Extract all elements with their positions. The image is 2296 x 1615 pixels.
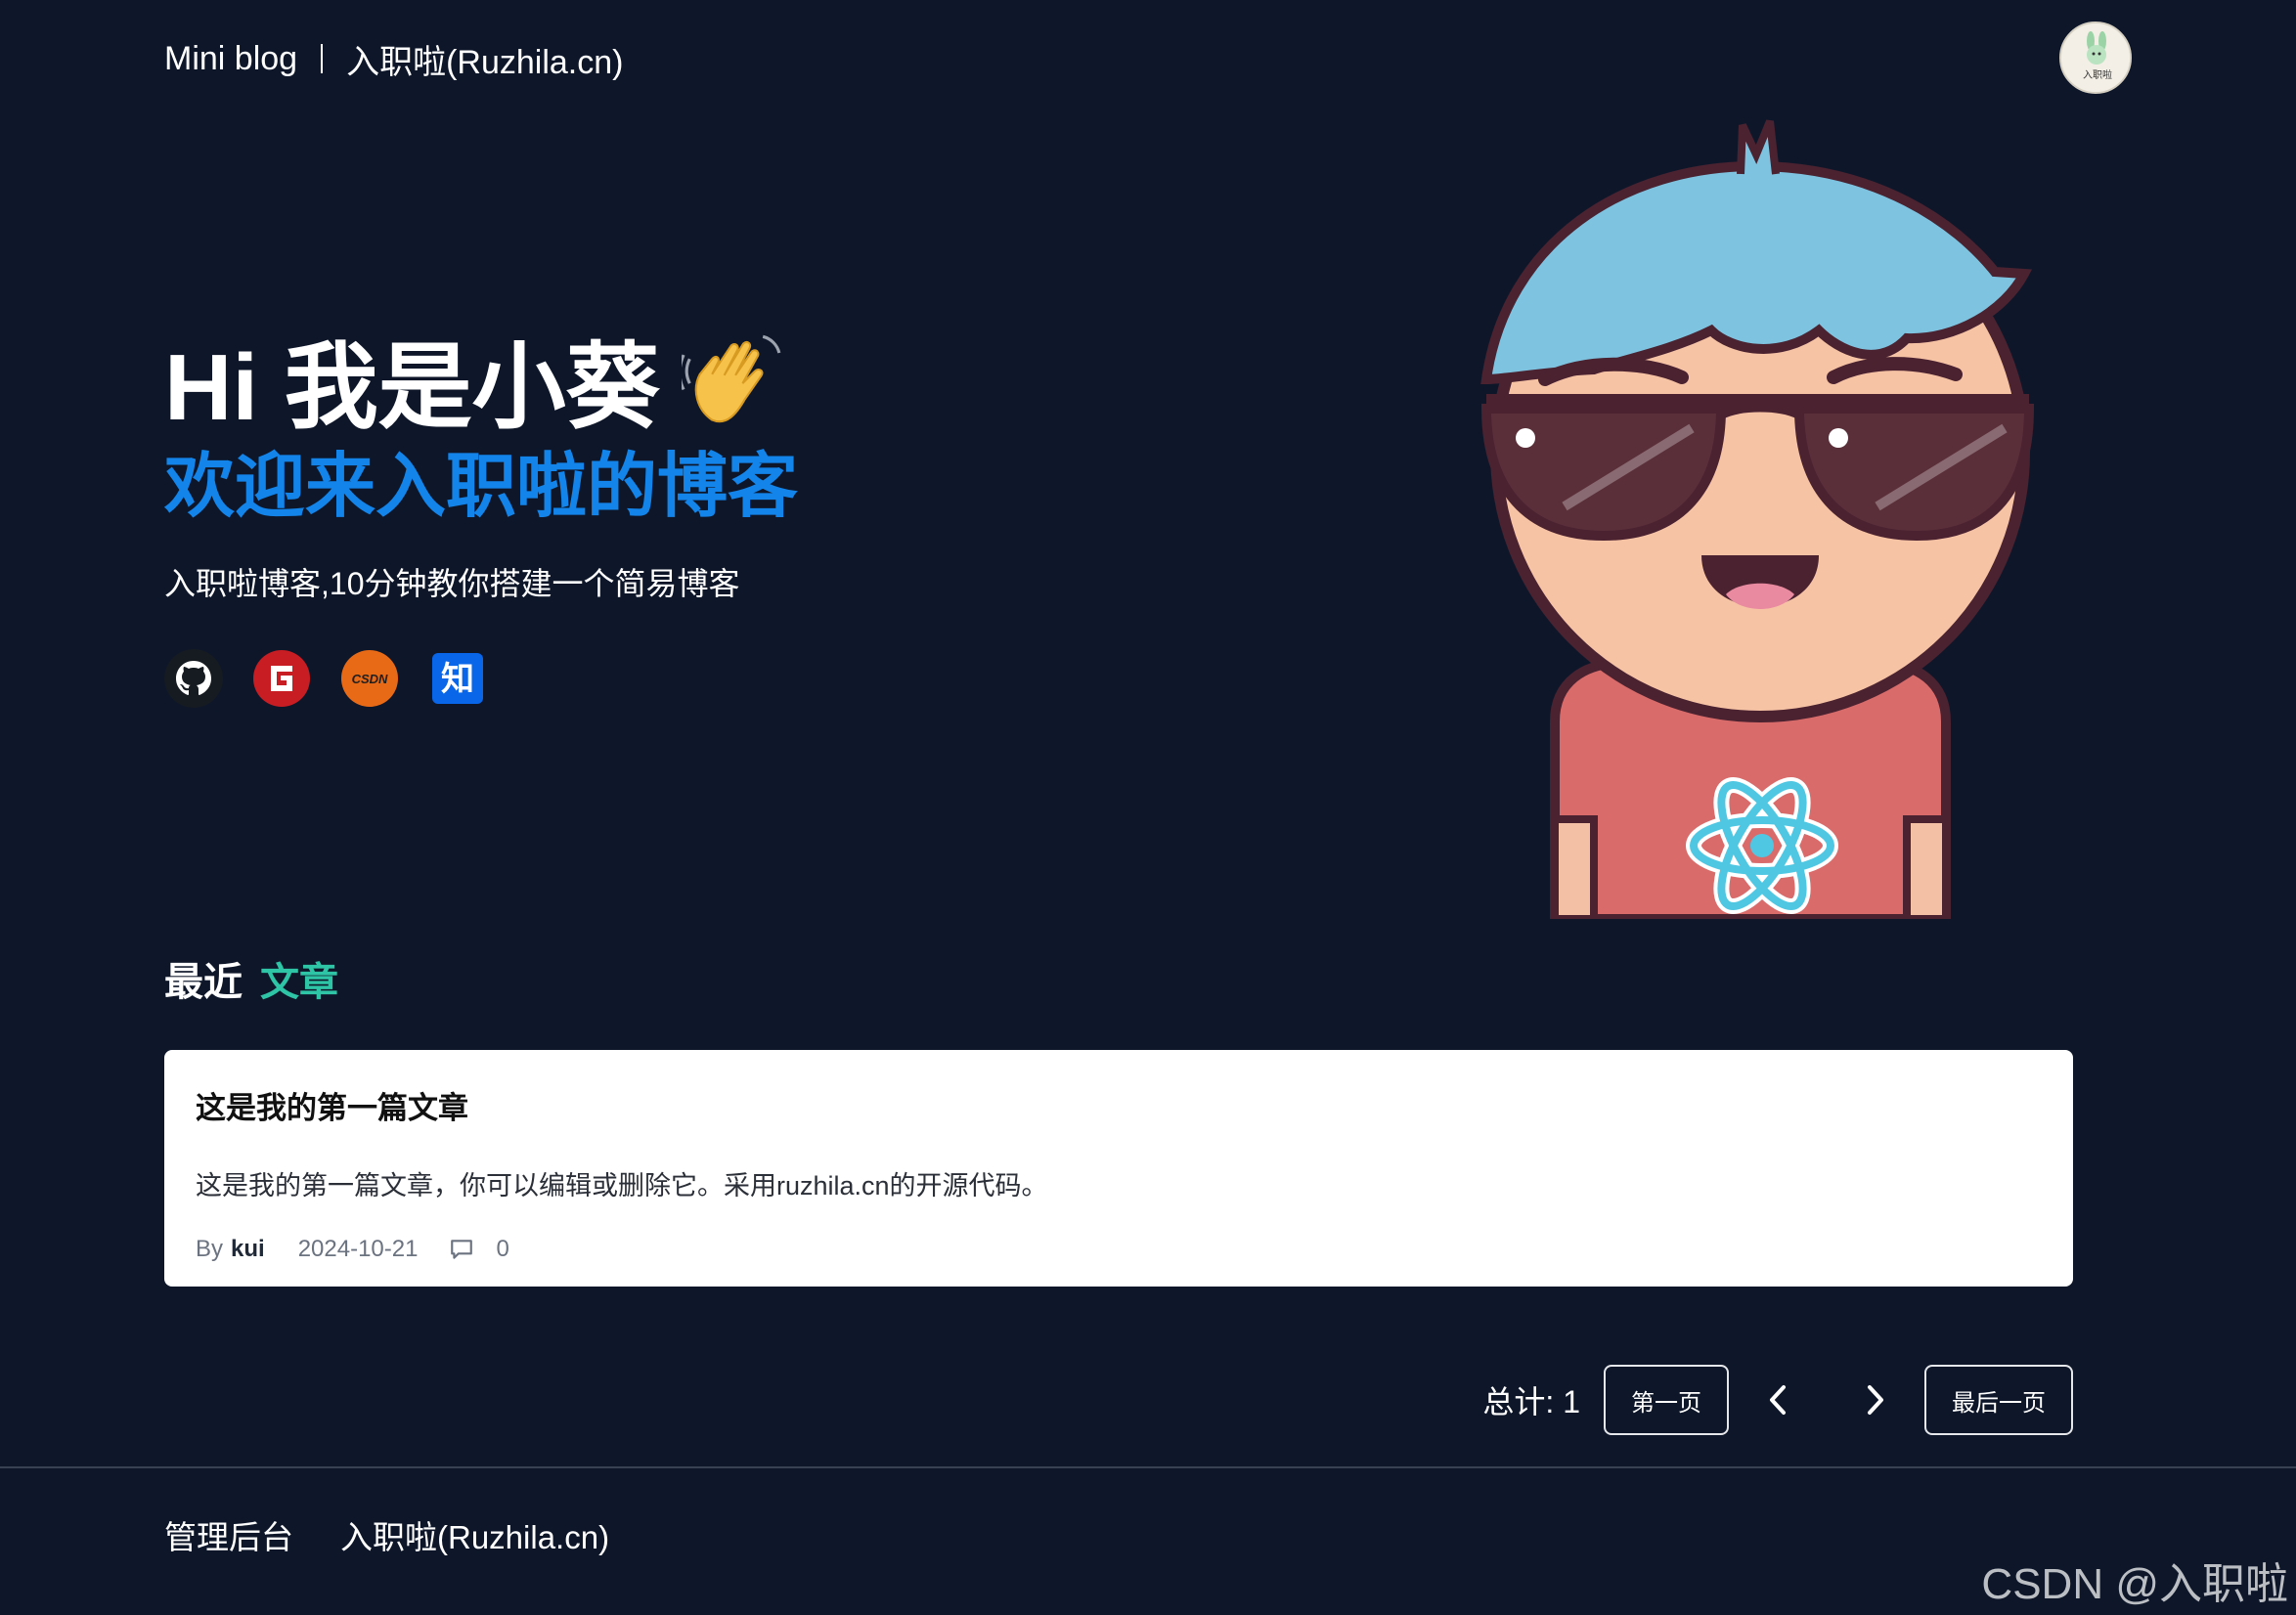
zhihu-icon: 知 [432, 653, 483, 704]
waving-hand-icon [681, 334, 781, 422]
avatar-label: 入职啦 [2083, 68, 2112, 81]
brand-separator [321, 44, 324, 73]
pagination: 总计: 1 第一页 最后一页 [1482, 1365, 2073, 1435]
gitee-icon [253, 650, 310, 707]
chevron-left-icon [1770, 1385, 1786, 1415]
avatar-illustration [1480, 119, 2035, 919]
gitee-link[interactable] [252, 649, 311, 708]
csdn-icon: CSDN [341, 650, 398, 707]
recent-accent: 文章 [260, 961, 338, 1004]
admin-link[interactable]: 管理后台 [164, 1511, 293, 1558]
github-icon [164, 649, 223, 708]
github-link[interactable] [164, 649, 223, 708]
post-meta: By kui 2024-10-21 0 [196, 1236, 2042, 1263]
recent-posts-heading: 最近 文章 [164, 950, 338, 1007]
post-date: 2024-10-21 [297, 1236, 419, 1262]
last-page-button[interactable]: 最后一页 [1924, 1365, 2073, 1435]
site-header: Mini blog 入职啦(Ruzhila.cn) 入职啦 [164, 22, 2132, 96]
post-title[interactable]: 这是我的第一篇文章 [196, 1083, 2042, 1127]
brand: Mini blog 入职啦(Ruzhila.cn) [164, 35, 623, 83]
footer-divider [0, 1466, 2296, 1468]
csdn-icon-text: CSDN [352, 672, 388, 686]
hero-description: 入职啦博客,10分钟教你搭建一个简易博客 [164, 566, 740, 601]
post-excerpt: 这是我的第一篇文章，你可以编辑或删除它。采用ruzhila.cn的开源代码。 [196, 1171, 1048, 1200]
zhihu-icon-text: 知 [441, 660, 474, 699]
hero-subtitle: 欢迎来入职啦的博客 [164, 448, 799, 526]
site-link[interactable]: 入职啦(Ruzhila.cn) [346, 35, 623, 83]
post-card[interactable]: 这是我的第一篇文章 这是我的第一篇文章，你可以编辑或删除它。采用ruzhila.… [164, 1050, 2073, 1287]
avatar-rabbit-icon: 入职啦 [2061, 23, 2130, 92]
post-comment-count: 0 [496, 1236, 509, 1262]
prev-page-button[interactable] [1729, 1365, 1827, 1435]
next-page-button[interactable] [1827, 1365, 1924, 1435]
recent-label: 最近 [164, 961, 243, 1004]
hero-title-text: Hi 我是小葵 [164, 335, 660, 440]
social-links: CSDN 知 [164, 649, 487, 708]
first-page-button[interactable]: 第一页 [1604, 1365, 1729, 1435]
chevron-right-icon [1868, 1385, 1883, 1415]
zhihu-link[interactable]: 知 [428, 649, 487, 708]
site-footer: 管理后台 入职啦(Ruzhila.cn) [164, 1511, 609, 1558]
avatar[interactable]: 入职啦 [2059, 22, 2132, 94]
hero-title: Hi 我是小葵 [164, 311, 783, 447]
brand-link[interactable]: Mini blog [164, 40, 297, 78]
comment-icon [451, 1240, 473, 1259]
pagination-total: 总计: 1 [1482, 1384, 1580, 1419]
csdn-link[interactable]: CSDN [340, 649, 399, 708]
post-author: kui [231, 1236, 265, 1262]
post-by-label: By [196, 1236, 224, 1262]
footer-site-link[interactable]: 入职啦(Ruzhila.cn) [340, 1511, 609, 1558]
watermark: CSDN @入职啦 [1981, 1560, 2288, 1608]
